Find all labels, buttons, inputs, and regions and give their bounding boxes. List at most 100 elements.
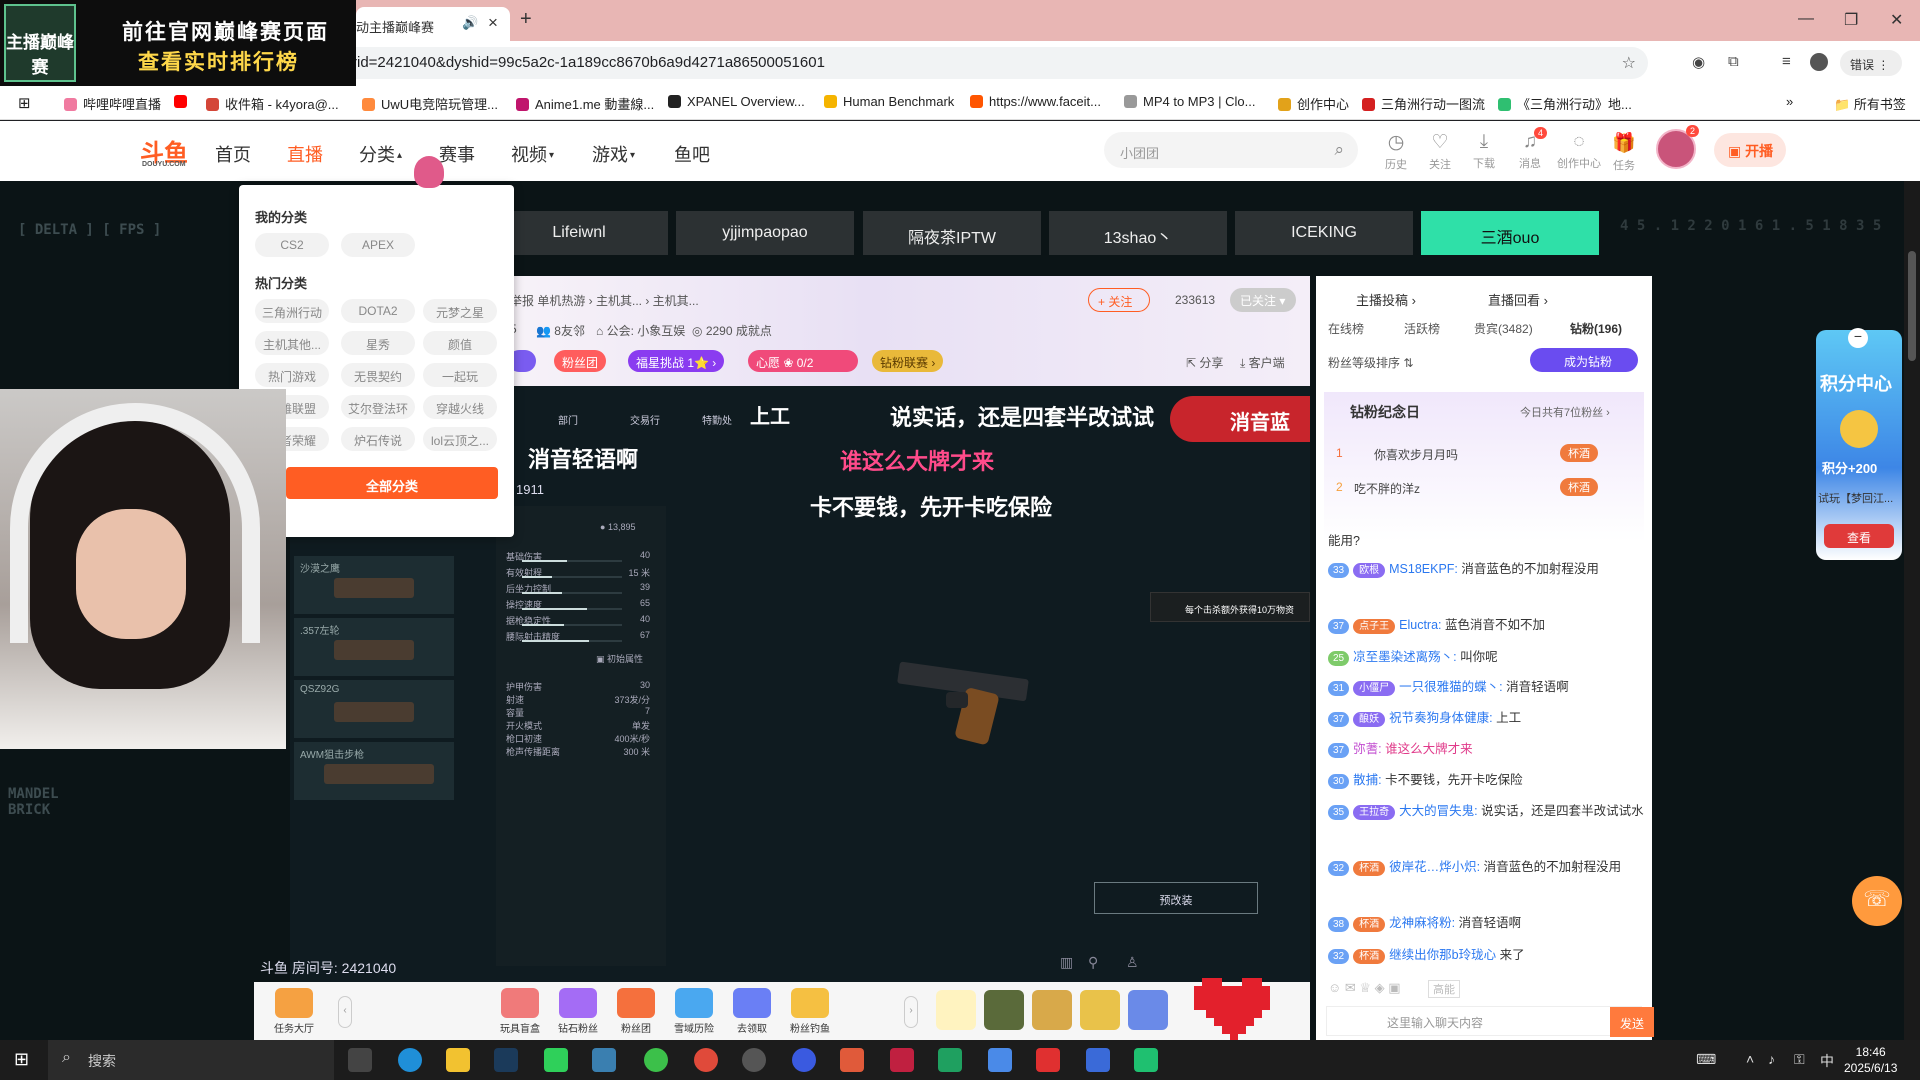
gift-item[interactable]: 粉丝团	[612, 988, 660, 1035]
collapse-icon[interactable]: −	[1848, 328, 1868, 348]
gift-item[interactable]: 任务大厅	[270, 988, 318, 1035]
app-icon[interactable]	[742, 1048, 766, 1072]
chat-username[interactable]: 彼岸花…烨小炽:	[1389, 860, 1480, 874]
messages-button[interactable]: ♫ 4 消息	[1510, 127, 1550, 171]
gift-item[interactable]: 去领取	[728, 988, 776, 1035]
windows-start-icon[interactable]: ⊞	[14, 1049, 29, 1070]
wish-pill[interactable]: 心愿 ❀ 0/2	[748, 350, 858, 372]
bookmark-item[interactable]: UwU电竞陪玩管理...	[362, 94, 498, 113]
more-bookmarks-icon[interactable]: »	[1786, 94, 1793, 109]
error-button[interactable]: 错误 ⋮	[1840, 50, 1902, 76]
browser-tab-active[interactable]: 动主播巅峰赛 🔊 ×	[356, 7, 510, 41]
category-chip[interactable]: DOTA2	[341, 299, 415, 323]
init-attr-toggle[interactable]: ▣ 初始属性	[596, 652, 643, 665]
chat-username[interactable]: 一只很雅猫的蝶丶:	[1399, 680, 1502, 694]
wechat-icon[interactable]	[644, 1048, 668, 1072]
fan-club-pill[interactable]: 粉丝团	[554, 350, 607, 372]
nav-video[interactable]: 视频 ▾	[511, 141, 554, 167]
category-chip[interactable]: 颜值	[423, 331, 497, 355]
new-tab-button[interactable]: +	[520, 8, 532, 31]
task-view-icon[interactable]	[348, 1048, 372, 1072]
media-icon[interactable]: ≡	[1782, 53, 1791, 70]
streamer-submission-link[interactable]: 主播投稿 ›	[1356, 290, 1416, 309]
puzzle-icon[interactable]: ⧉	[1728, 53, 1739, 70]
start-stream-button[interactable]: ▣ 开播	[1714, 133, 1786, 167]
chat-username[interactable]: 继续出你那b玲珑心	[1389, 948, 1496, 962]
app-icon[interactable]	[544, 1048, 568, 1072]
bookmark-item[interactable]: 《三角洲行动》地...	[1498, 94, 1632, 113]
weapon-row[interactable]: .357左轮	[294, 618, 454, 676]
pin-icon[interactable]: ⚲	[1088, 954, 1098, 971]
chat-input[interactable]: 这里输入聊天内容 发送	[1326, 1006, 1654, 1037]
nav-home[interactable]: 首页	[215, 141, 251, 167]
category-chip[interactable]: 三角洲行动	[255, 299, 329, 323]
points-center-promo[interactable]: − 积分中心 积分+200 试玩【梦回江... 查看	[1816, 328, 1902, 560]
app-icon[interactable]	[1086, 1048, 1110, 1072]
quality-chip[interactable]: 高能	[1428, 980, 1460, 998]
gift-shield-icon[interactable]	[1032, 990, 1072, 1030]
gift-box-icon[interactable]	[1128, 990, 1168, 1030]
category-chip[interactable]: lol云顶之...	[423, 427, 497, 451]
chevron-left-icon[interactable]: ‹	[338, 996, 352, 1028]
download-button[interactable]: ⤓ 下载	[1464, 131, 1504, 171]
view-button[interactable]: 查看	[1824, 524, 1894, 548]
system-clock[interactable]: 18:46 2025/6/13	[1844, 1044, 1897, 1076]
lucky-challenge-pill[interactable]: 福星挑战 1⭐ ›	[628, 350, 725, 372]
pre-modify-button[interactable]: 预改装	[1094, 882, 1258, 914]
gift-item[interactable]: 钻石粉丝	[554, 988, 602, 1035]
category-chip[interactable]: 无畏契约	[341, 363, 415, 387]
all-bookmarks[interactable]: 📁 所有书签	[1834, 94, 1906, 113]
tasks-button[interactable]: 🎁 任务	[1604, 131, 1644, 173]
streamer-tab[interactable]: 13shao丶	[1049, 211, 1227, 255]
chevron-right-icon[interactable]: ›	[904, 996, 918, 1028]
steam-icon[interactable]	[494, 1048, 518, 1072]
douyu-logo[interactable]: 斗鱼 DOUYU.COM	[120, 133, 196, 168]
bookmark-item[interactable]: 哔哩哔哩直播	[64, 94, 161, 113]
followed-button[interactable]: 已关注 ▾	[1230, 288, 1296, 312]
rank-user-name[interactable]: 你喜欢步月月吗	[1374, 446, 1458, 463]
all-categories-button[interactable]: 全部分类	[286, 467, 498, 499]
category-chip[interactable]: CS2	[255, 233, 329, 257]
site-search-input[interactable]: 小团团 ⌕	[1104, 132, 1358, 168]
streamer-tab[interactable]: 隔夜茶IPTW	[863, 211, 1041, 255]
scrollbar-thumb[interactable]	[1908, 251, 1916, 361]
gift-glowstick-icon[interactable]	[936, 990, 976, 1030]
app-icon[interactable]	[1036, 1048, 1060, 1072]
bookmark-item[interactable]: 创作中心	[1278, 94, 1349, 113]
rank-sort[interactable]: 粉丝等级排序 ⇅	[1328, 354, 1413, 371]
add-friend-button[interactable]: + 关注	[1088, 288, 1150, 312]
gift-item[interactable]: 雪域历险	[670, 988, 718, 1035]
rank-user-name[interactable]: 吃不胖的洋z	[1354, 480, 1420, 497]
category-chip[interactable]: APEX	[341, 233, 415, 257]
app-icon[interactable]	[592, 1048, 616, 1072]
history-button[interactable]: ◷ 历史	[1376, 131, 1416, 172]
avatar[interactable]: 2	[1656, 125, 1700, 169]
chat-username[interactable]: 凉至墨染述离殇丶:	[1353, 650, 1456, 664]
app-icon[interactable]	[1134, 1048, 1158, 1072]
ime-indicator[interactable]: 中	[1820, 1051, 1834, 1071]
bookmark-item[interactable]: 三角洲行动一图流	[1362, 94, 1485, 113]
close-tab-icon[interactable]: ×	[488, 13, 498, 33]
bookmark-item[interactable]: https://www.faceit...	[970, 94, 1101, 109]
nav-live[interactable]: 直播	[287, 141, 323, 167]
gift-goldbar-icon[interactable]	[1080, 990, 1120, 1030]
chat-username[interactable]: 弥蓍:	[1353, 742, 1381, 756]
page-scrollbar[interactable]	[1904, 181, 1920, 1041]
client-watch-button[interactable]: ⤓ 客户端	[1240, 354, 1285, 371]
minimize-icon[interactable]: —	[1798, 10, 1814, 28]
weapon-row[interactable]: 沙漠之鹰	[294, 556, 454, 614]
category-chip[interactable]: 一起玩	[423, 363, 497, 387]
chat-username[interactable]: Eluctra:	[1399, 618, 1441, 632]
app-icon[interactable]	[890, 1048, 914, 1072]
gift-item[interactable]: 粉丝钓鱼	[786, 988, 834, 1035]
tray-expand-icon[interactable]: ˄	[1746, 1051, 1754, 1067]
bookmark-item[interactable]: Human Benchmark	[824, 94, 954, 109]
bookmark-item[interactable]: MP4 to MP3 | Clo...	[1124, 94, 1255, 109]
guild[interactable]: ⌂ 公会: 小象互娱	[596, 322, 685, 339]
stats-icon[interactable]: ▥	[1060, 954, 1073, 971]
app-icon[interactable]	[792, 1048, 816, 1072]
nav-events[interactable]: 赛事	[439, 141, 475, 167]
category-chip[interactable]: 炉石传说	[341, 427, 415, 451]
url-bar[interactable]: rid=2421040&dyshid=99c5a2c-1a189cc8670b6…	[340, 47, 1648, 79]
streamer-tab[interactable]: Lifeiwnl	[490, 211, 668, 255]
